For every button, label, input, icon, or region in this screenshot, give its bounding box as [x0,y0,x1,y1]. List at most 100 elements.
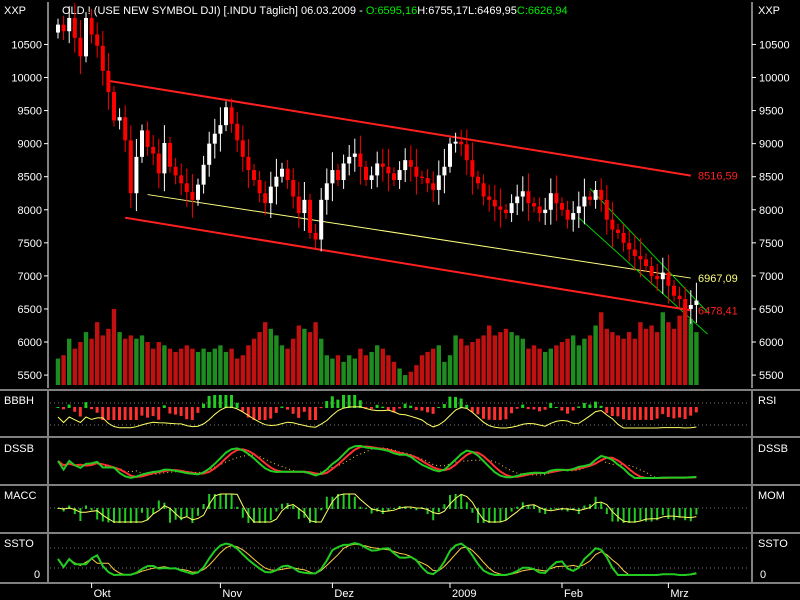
volume-bar [358,348,363,385]
volume-bar [599,312,604,385]
bbbh-bar [454,396,457,408]
volume-bar [571,335,576,385]
bbbh-bar [274,407,278,413]
bbbh-bar [633,407,637,420]
volume-bar [235,358,240,385]
chart-title: OLD ! (USE NEW SYMBOL DJI) [.INDU Täglic… [62,5,366,17]
volume-bar [145,342,150,385]
volume-bar [475,338,481,385]
y-tick-label-right: 10000 [759,73,790,85]
macd-bar [678,508,681,518]
volume-bar [386,355,391,385]
candle-body [644,259,648,266]
candle-body [190,191,195,200]
volume-bar [330,358,335,385]
bbbh-bar [162,405,166,408]
volume-bar [95,322,100,385]
macd-bar [113,508,115,523]
bbbh-bar [319,407,323,409]
macd-label: MACC [4,490,36,502]
candle-body [554,193,559,204]
candle-body [420,176,424,179]
bbbh-label: BBBH [4,395,34,407]
bbbh-bar [599,405,603,408]
candle-body [324,183,329,200]
bbbh-bar [661,407,665,415]
macd-bar [185,508,188,516]
volume-bar [139,335,145,385]
macd-bar [454,494,457,509]
bbbh-bar [538,407,541,412]
candle-body [285,168,290,181]
macd-bar [202,504,205,509]
candle-body [672,285,676,296]
bbbh-bar [269,407,273,419]
month-label: 2009 [452,588,476,600]
macd-bar [275,508,278,512]
volume-bar [240,355,245,385]
scale-label-right: XXP [758,5,780,17]
candle-body [134,156,139,194]
volume-bar [459,338,464,385]
month-label: Dez [334,588,354,600]
candle-body [89,18,94,35]
ssto-label-left: SSTO [4,538,34,550]
candle-body [296,196,301,214]
candle-body [319,199,324,240]
candle-body [487,196,492,200]
volume-bar [72,348,77,385]
bbbh-bar [493,407,497,420]
candle-body [436,175,441,190]
candle-body [123,117,128,141]
bbbh-bar [157,407,161,420]
bbbh-bar [582,403,586,408]
candle-body [397,170,402,181]
candle-body [145,130,150,147]
volume-bars [55,305,699,385]
ssto-zero-left: 0 [34,569,40,581]
volume-bar [369,351,374,385]
bbbh-bar [638,407,642,420]
candle-body [246,156,251,171]
bbbh-bar [291,407,295,414]
candle-body [268,186,273,204]
candle-body [201,164,206,185]
volume-bar [442,361,447,385]
macd-bar [633,508,636,523]
candle-body [308,199,312,233]
bbbh-bar [174,407,177,415]
candle-body [616,229,620,233]
bbbh-bar [476,407,480,415]
volume-bar [666,322,671,385]
high-value: H:6755,17 [417,5,468,17]
volume-bar [576,345,581,385]
bbbh-bar [655,407,659,419]
volume-bar [55,358,61,385]
bbbh-bar [666,407,670,417]
bbbh-bar [622,407,625,420]
stock-chart: XXP XXP OLD ! (USE NEW SYMBOL DJI) [.IND… [0,2,800,600]
volume-bar [515,335,520,385]
bbbh-bar [515,407,519,409]
bbbh-bar [409,405,413,408]
candle-body [358,153,363,167]
candle-body [632,249,637,257]
volume-bar [543,351,548,385]
dssb-red-line [57,445,697,479]
bbbh-bar [504,407,508,420]
price-annotation: 6478,41 [698,305,738,317]
volume-bar [391,361,397,385]
candle-body [403,160,408,171]
candle-body [576,206,581,214]
bbbh-bar [280,406,284,408]
macd-bar [107,508,110,523]
volume-bar [481,335,486,385]
volume-bar [173,351,178,385]
macd-bar [499,508,502,522]
annotation-group: 8516,59 6967,09 6478,41 [698,171,738,318]
volume-bar [487,325,492,385]
volume-bar [537,348,542,385]
candle-body [151,146,156,154]
candle-body [571,213,576,220]
candle-body [504,209,508,214]
